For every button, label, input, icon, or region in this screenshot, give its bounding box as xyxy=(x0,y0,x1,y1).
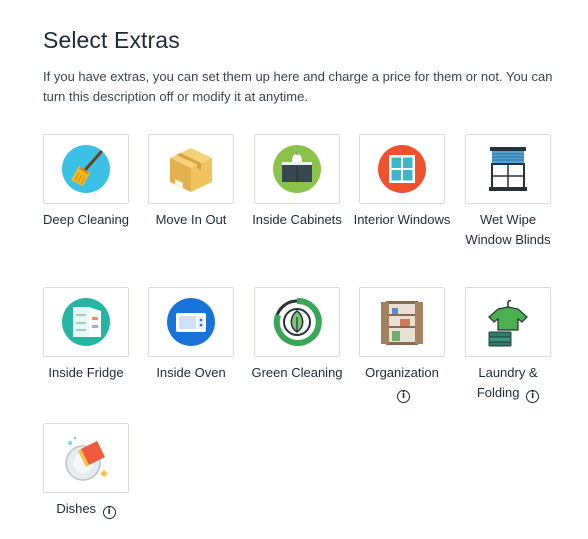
fridge-icon xyxy=(62,298,110,346)
extra-label: Dishes i xyxy=(36,499,136,519)
dish-sponge-icon xyxy=(65,436,109,481)
extra-tile[interactable] xyxy=(465,287,551,357)
extra-tile[interactable] xyxy=(359,134,445,204)
page-title: Select Extras xyxy=(43,27,180,53)
eco-leaf-icon xyxy=(273,297,322,346)
extra-label: Deep Cleaning xyxy=(42,212,129,227)
laundry-shirt-icon xyxy=(488,300,528,347)
extra-tile[interactable] xyxy=(43,287,129,357)
cabinet-icon xyxy=(273,145,321,193)
extra-label-text: Organization xyxy=(365,365,439,380)
page-description: If you have extras, you can set them up … xyxy=(43,69,553,104)
extra-label: Inside Cabinets xyxy=(252,212,342,227)
extra-label-text: Dishes xyxy=(56,501,97,516)
extra-label: Wet Wipe Window Blinds xyxy=(465,212,551,247)
moving-box-icon xyxy=(170,148,212,192)
oven-icon xyxy=(167,298,215,346)
wardrobe-icon xyxy=(381,301,423,345)
broom-icon xyxy=(62,145,110,193)
extra-label: Inside Oven xyxy=(156,365,226,380)
extra-tile[interactable] xyxy=(359,287,445,357)
extra-label: Move In Out xyxy=(155,212,227,227)
extra-label: Laundry & Folding i xyxy=(458,363,558,403)
info-icon[interactable]: i xyxy=(102,506,116,519)
extra-tile[interactable] xyxy=(254,287,340,357)
extra-tile[interactable] xyxy=(148,287,234,357)
window-icon xyxy=(378,145,426,193)
info-icon[interactable]: i xyxy=(526,389,540,403)
extra-label: Green Cleaning xyxy=(251,365,343,380)
info-icon[interactable]: i xyxy=(397,389,410,403)
extra-tile[interactable] xyxy=(43,423,129,493)
extra-tile[interactable] xyxy=(43,134,129,204)
extra-label: Interior Windows xyxy=(353,212,451,227)
window-blinds-icon xyxy=(489,147,527,191)
extra-tile[interactable] xyxy=(148,134,234,204)
extra-tile[interactable] xyxy=(465,134,551,204)
extra-label: Inside Fridge xyxy=(48,365,124,380)
extra-label: Organization i xyxy=(352,363,452,403)
extra-tile[interactable] xyxy=(254,134,340,204)
